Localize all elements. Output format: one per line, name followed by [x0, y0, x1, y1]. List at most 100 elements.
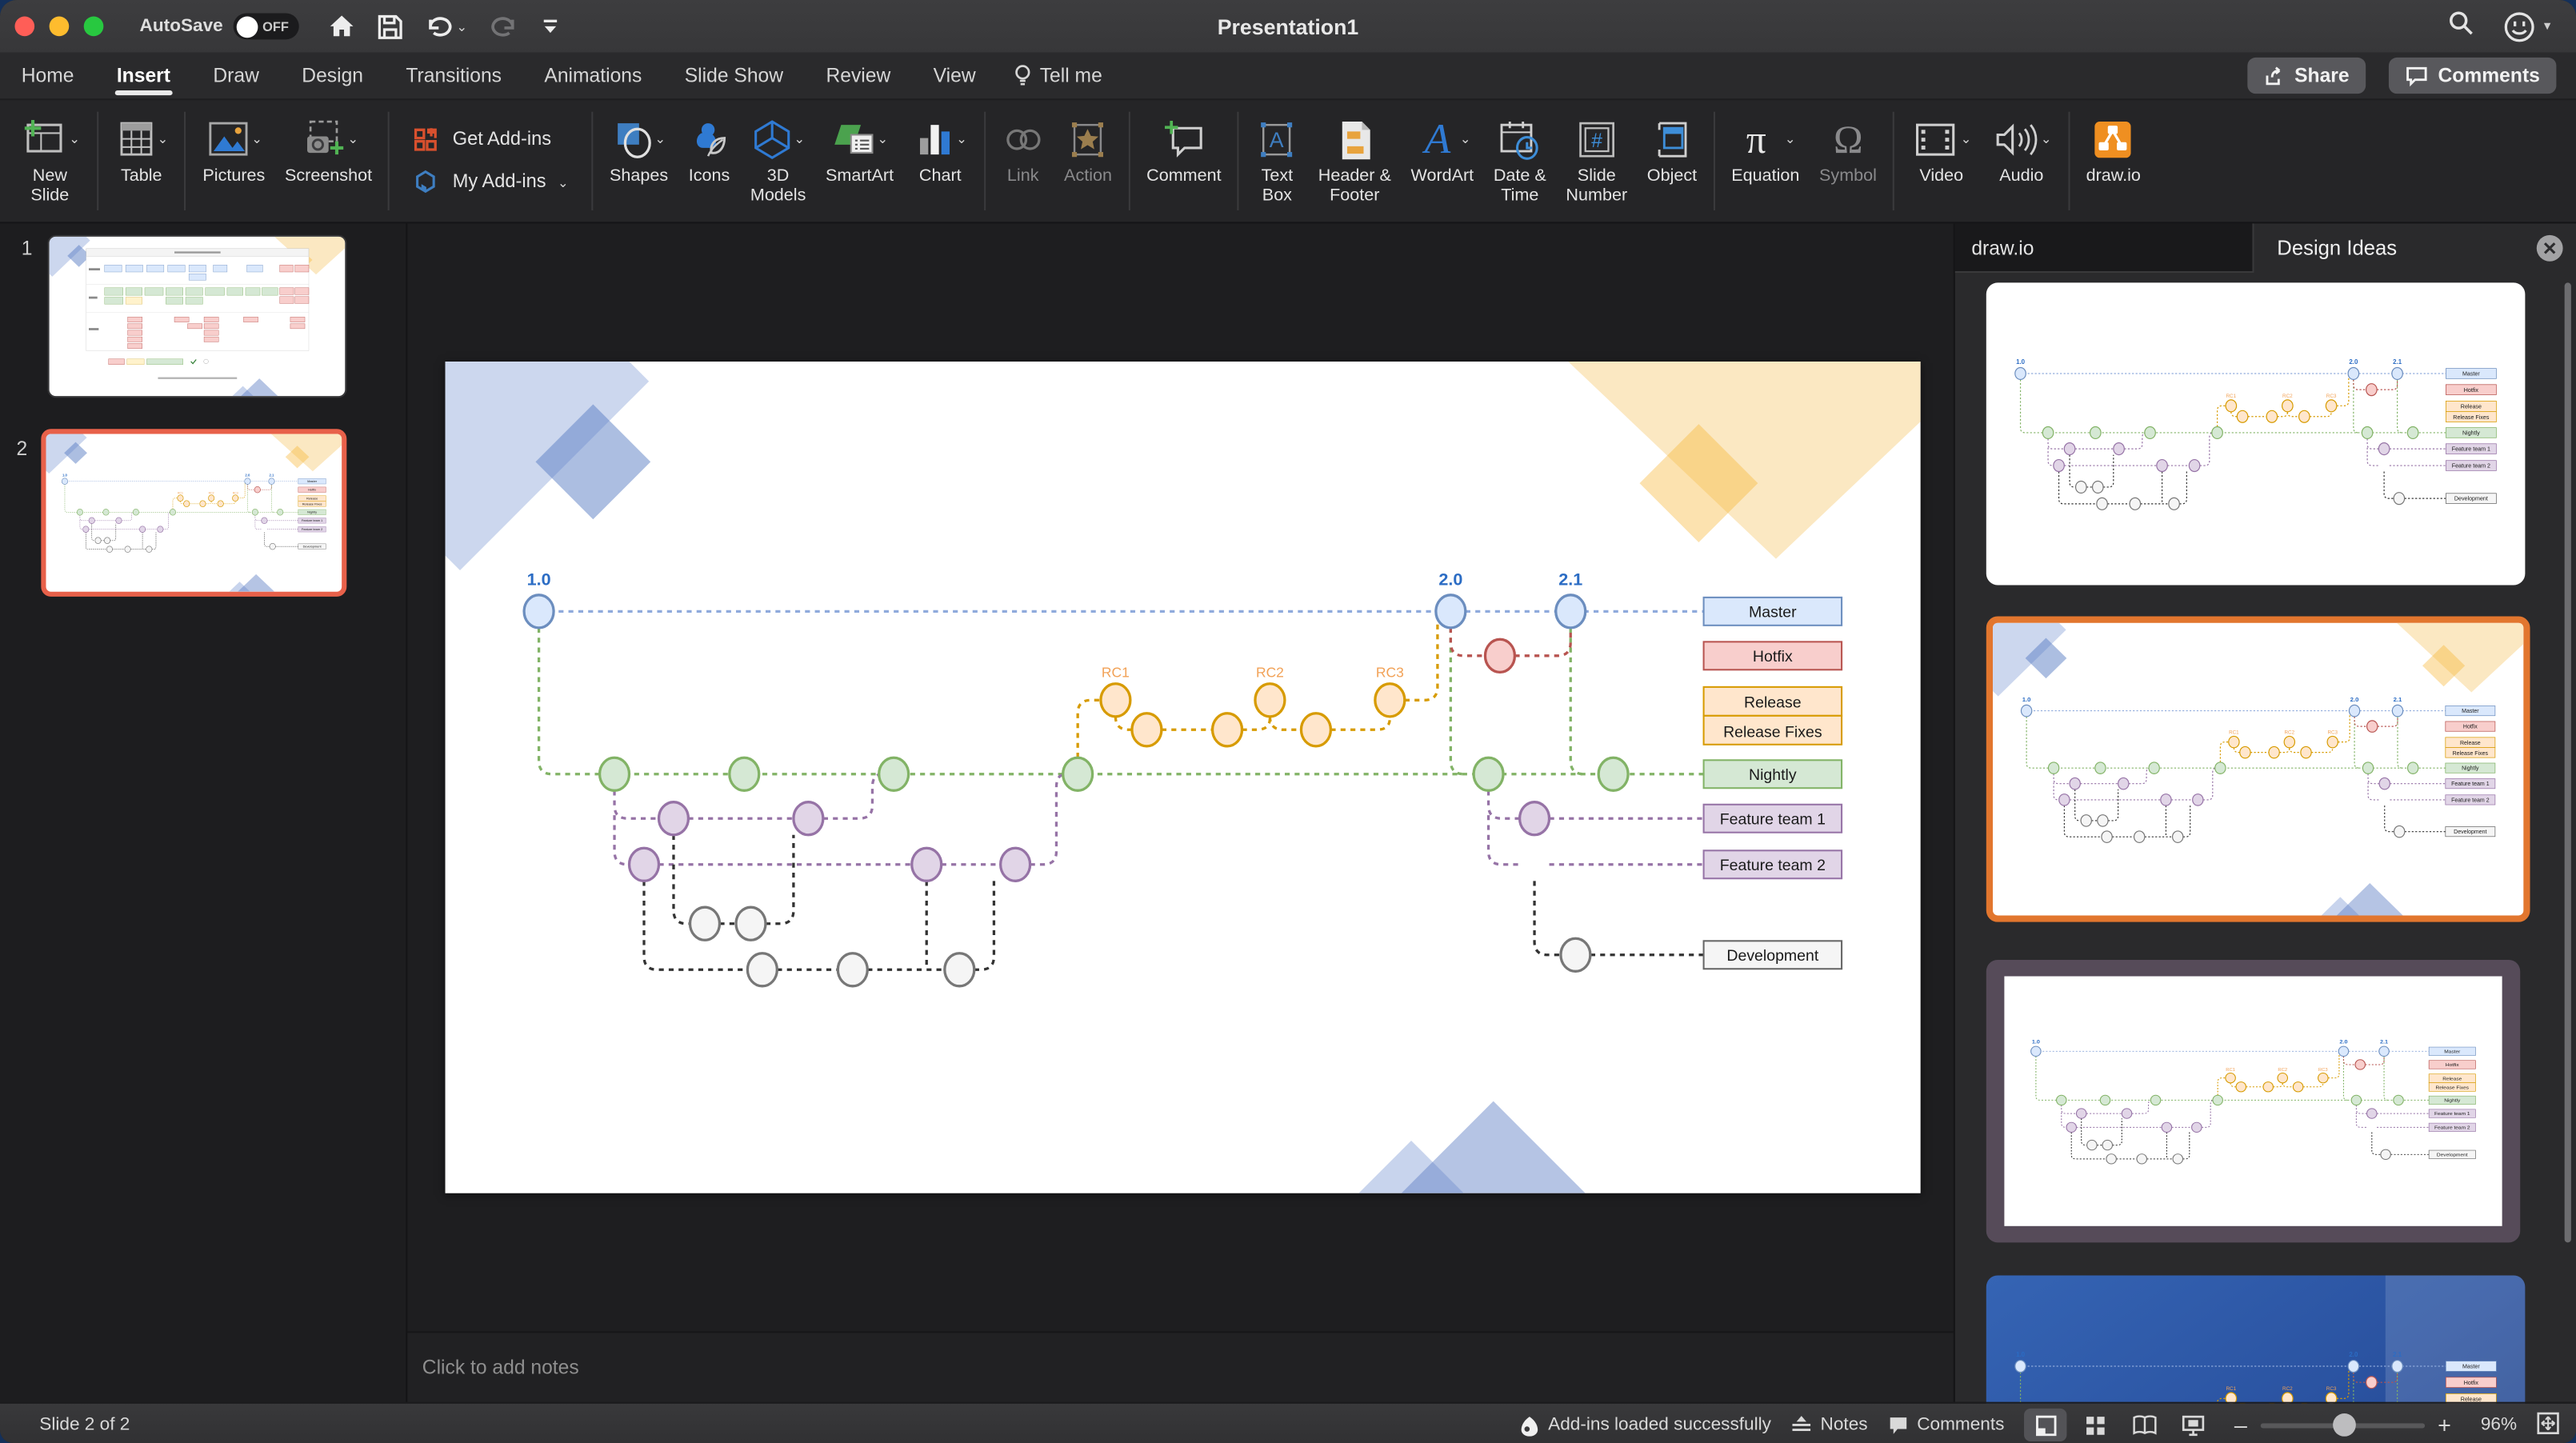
slide-2-thumbnail[interactable] [41, 429, 347, 597]
tab-animations[interactable]: Animations [523, 53, 663, 99]
comments-button[interactable]: Comments [2388, 57, 2557, 94]
slide-canvas[interactable] [445, 362, 1921, 1193]
get-addins-icon [414, 127, 438, 150]
new-slide-icon [24, 119, 62, 153]
undo-button[interactable]: ⌄ [425, 14, 467, 38]
tell-me-button[interactable]: Tell me [997, 64, 1118, 87]
slide-1-thumbnail[interactable] [49, 236, 346, 397]
video-icon [1916, 123, 1956, 156]
tab-review[interactable]: Review [805, 53, 912, 99]
screenshot-button[interactable]: ⌄ Screenshot [275, 100, 382, 222]
action-button[interactable]: Action [1054, 100, 1122, 222]
ribbon: ⌄ New Slide ⌄ Table ⌄ Pictures ⌄ Screens… [0, 100, 2576, 224]
header-footer-button[interactable]: Header & Footer [1308, 100, 1401, 222]
my-addins-button[interactable]: My Add-ins ⌄ [413, 169, 569, 197]
zoom-level[interactable]: 96% [2471, 1415, 2517, 1435]
slide-thumbnails-panel: 1 2 [0, 223, 408, 1402]
screenshot-icon [306, 119, 343, 154]
tab-design[interactable]: Design [281, 53, 385, 99]
icons-button[interactable]: Icons [678, 100, 740, 222]
ribbon-tab-row: Home Insert Draw Design Transitions Anim… [0, 52, 2576, 101]
table-button[interactable]: ⌄ Table [105, 100, 178, 222]
object-button[interactable]: Object [1637, 100, 1706, 222]
slide-number-button[interactable]: # Slide Number [1556, 100, 1637, 222]
share-button[interactable]: Share [2246, 57, 2366, 94]
date-time-icon [1500, 121, 1538, 159]
zoom-in-button[interactable]: + [2438, 1412, 2451, 1438]
date-time-button[interactable]: Date & Time [1484, 100, 1557, 222]
drawio-icon [2095, 122, 2132, 158]
redo-button[interactable] [490, 14, 518, 38]
3d-models-icon [754, 120, 790, 160]
design-idea-3[interactable] [1986, 959, 2521, 1243]
reading-view-button[interactable] [2122, 1409, 2165, 1441]
object-icon [1658, 122, 1686, 158]
tab-view[interactable]: View [912, 53, 997, 99]
search-icon[interactable] [2448, 9, 2474, 43]
zoom-out-button[interactable]: – [2234, 1412, 2247, 1438]
tab-home[interactable]: Home [0, 53, 95, 99]
svg-text:Ω: Ω [1834, 118, 1863, 161]
panel-scrollbar[interactable] [2564, 282, 2571, 1243]
design-idea-2-selected[interactable] [1986, 616, 2530, 922]
get-addins-button[interactable]: Get Add-ins [413, 126, 568, 154]
svg-text:#: # [1591, 130, 1602, 152]
notes-placeholder: Click to add notes [422, 1356, 579, 1379]
account-menu[interactable]: ▼ [2504, 10, 2553, 42]
zoom-window-button[interactable] [83, 16, 104, 37]
shapes-button[interactable]: ⌄ Shapes [600, 100, 678, 222]
audio-button[interactable]: ⌄ Audio [1982, 100, 2062, 222]
3d-models-button[interactable]: ⌄ 3D Models [741, 100, 816, 222]
slide-2-number: 2 [16, 437, 28, 461]
zoom-slider[interactable] [2260, 1413, 2425, 1436]
design-ideas-panel: draw.io Design Ideas ✕ [1953, 223, 2576, 1443]
equation-button[interactable]: π ⌄ Equation [1722, 100, 1810, 222]
home-icon[interactable] [328, 13, 354, 39]
autosave-toggle-knob [236, 15, 258, 38]
chart-button[interactable]: ⌄ Chart [903, 100, 977, 222]
slide-sorter-view-button[interactable] [2074, 1409, 2116, 1441]
save-icon[interactable] [378, 14, 402, 38]
symbol-icon: Ω [1834, 118, 1863, 161]
autosave-label: AutoSave [139, 16, 223, 37]
link-button[interactable]: Link [992, 100, 1054, 222]
tab-insert[interactable]: Insert [95, 53, 192, 99]
tab-draw[interactable]: Draw [192, 53, 281, 99]
icons-icon [696, 123, 726, 157]
svg-text:π: π [1746, 118, 1766, 161]
new-slide-button[interactable]: ⌄ New Slide [10, 100, 90, 222]
slide-1-number: 1 [21, 236, 33, 260]
zoom-slider-thumb[interactable] [2332, 1413, 2356, 1436]
notes-icon [1792, 1416, 1811, 1432]
notes-toggle[interactable]: Notes [1791, 1415, 1868, 1435]
design-idea-1[interactable] [1986, 282, 2526, 586]
text-box-button[interactable]: A Text Box [1246, 100, 1308, 222]
slide-show-button[interactable] [2172, 1409, 2214, 1441]
header-footer-icon [1341, 121, 1370, 159]
symbol-button[interactable]: Ω Symbol [1810, 100, 1887, 222]
pictures-button[interactable]: ⌄ Pictures [193, 100, 275, 222]
drawio-ribbon-button[interactable]: draw.io [2076, 100, 2150, 222]
tab-transitions[interactable]: Transitions [385, 53, 523, 99]
smartart-button[interactable]: ⌄ SmartArt [816, 100, 904, 222]
autosave-toggle[interactable]: OFF [233, 13, 299, 40]
close-window-button[interactable] [14, 16, 35, 37]
minimize-window-button[interactable] [49, 16, 70, 37]
normal-view-button[interactable] [2024, 1408, 2067, 1441]
share-icon [2265, 66, 2280, 85]
drawio-panel-tab[interactable]: draw.io [1954, 223, 2254, 274]
svg-text:A: A [1270, 128, 1285, 152]
fit-slide-to-window-button[interactable] [2537, 1411, 2560, 1439]
customize-quick-access-icon[interactable] [542, 17, 562, 37]
comment-icon [2406, 66, 2427, 86]
shapes-icon [617, 123, 650, 158]
powerpoint-window: AutoSave OFF ⌄ Presentation1 ▼ Home Inse… [0, 0, 2576, 1443]
close-panel-icon[interactable]: ✕ [2536, 234, 2563, 262]
video-button[interactable]: ⌄ Video [1902, 100, 1982, 222]
comments-toggle[interactable]: Comments [1887, 1414, 2004, 1436]
tab-slide-show[interactable]: Slide Show [663, 53, 805, 99]
comment-button[interactable]: Comment [1137, 100, 1231, 222]
notes-pane[interactable]: Click to add notes [407, 1331, 1954, 1402]
wordart-button[interactable]: A ⌄ WordArt [1401, 100, 1483, 222]
slide-editor-area: Click to add notes [407, 223, 1954, 1402]
